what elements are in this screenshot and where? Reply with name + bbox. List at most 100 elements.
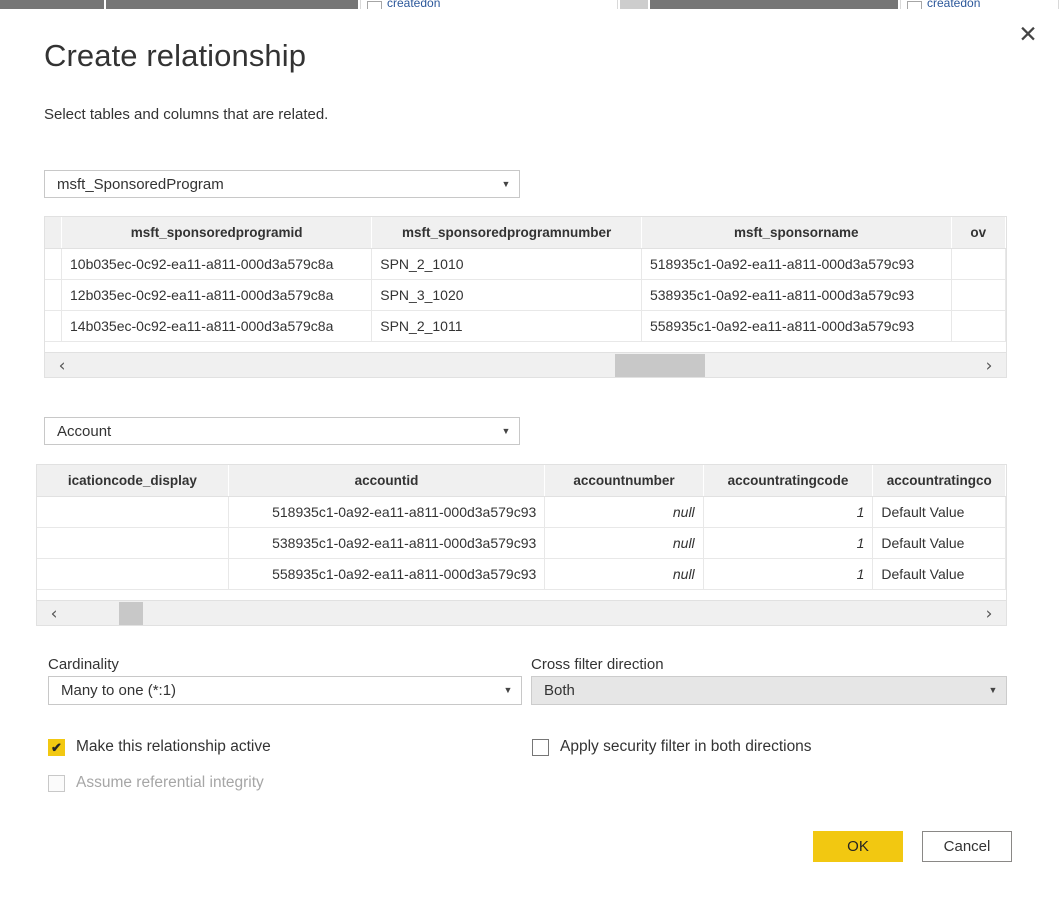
cross-filter-direction-label: Cross filter direction bbox=[531, 656, 664, 673]
column-header[interactable]: accountratingco bbox=[872, 465, 1006, 497]
make-relationship-active-label: Make this relationship active bbox=[76, 738, 271, 755]
bg-column-label: createdon bbox=[387, 0, 441, 9]
column-header[interactable]: accountnumber bbox=[544, 465, 704, 497]
checkmark-icon: ✔ bbox=[48, 738, 65, 756]
table-cell: SPN_2_1010 bbox=[371, 248, 642, 280]
column-header[interactable]: accountratingcode bbox=[703, 465, 874, 497]
column-header[interactable]: accountid bbox=[228, 465, 546, 497]
table-cell: 558935c1-0a92-ea11-a811-000d3a579c93 bbox=[641, 310, 952, 342]
assume-referential-integrity-label: Assume referential integrity bbox=[76, 774, 264, 791]
cardinality-select[interactable]: Many to one (*:1) ▼ bbox=[48, 676, 522, 705]
bg-band bbox=[0, 0, 104, 9]
table-cell: 1 bbox=[703, 527, 874, 559]
table-row[interactable]: 14b035ec-0c92-ea11-a811-000d3a579c8a SPN_… bbox=[45, 310, 1006, 342]
table1-select[interactable]: msft_SponsoredProgram ▼ bbox=[44, 170, 520, 198]
table-cell bbox=[45, 310, 62, 342]
column-header[interactable] bbox=[45, 217, 62, 249]
table-cell: 518935c1-0a92-ea11-a811-000d3a579c93 bbox=[228, 496, 546, 528]
table-cell bbox=[951, 310, 1006, 342]
table-cell: 518935c1-0a92-ea11-a811-000d3a579c93 bbox=[641, 248, 952, 280]
scroll-thumb[interactable] bbox=[119, 602, 143, 625]
assume-referential-integrity-checkbox: Assume referential integrity bbox=[48, 774, 264, 792]
table-icon bbox=[367, 1, 382, 9]
chevron-down-icon: ▼ bbox=[503, 685, 513, 695]
background-app-strip: createdon createdon bbox=[0, 0, 1059, 11]
apply-security-filter-checkbox[interactable]: Apply security filter in both directions bbox=[532, 738, 812, 756]
table-cell bbox=[37, 496, 229, 528]
bg-scroll-thumb bbox=[620, 0, 648, 9]
scroll-thumb[interactable] bbox=[615, 354, 705, 377]
data-table: msft_sponsoredprogramid msft_sponsoredpro… bbox=[45, 217, 1006, 342]
ok-button[interactable]: OK bbox=[813, 831, 903, 862]
column-header[interactable]: icationcode_display bbox=[37, 465, 229, 497]
table2-select[interactable]: Account ▼ bbox=[44, 417, 520, 445]
cross-filter-direction-value: Both bbox=[544, 682, 575, 699]
table-row[interactable]: 12b035ec-0c92-ea11-a811-000d3a579c8a SPN_… bbox=[45, 279, 1006, 311]
close-icon[interactable]: ✕ bbox=[1011, 17, 1045, 51]
table-cell: null bbox=[544, 558, 704, 590]
table-cell bbox=[45, 248, 62, 280]
bg-band bbox=[650, 0, 898, 9]
page-subtitle: Select tables and columns that are relat… bbox=[44, 106, 329, 123]
table2-preview-grid[interactable]: icationcode_display accountid accountnumbe… bbox=[36, 464, 1007, 626]
bg-column-createdon-1: createdon bbox=[360, 0, 618, 9]
table2-grid-scroll: icationcode_display accountid accountnumbe… bbox=[37, 465, 1006, 590]
table-cell: 558935c1-0a92-ea11-a811-000d3a579c93 bbox=[228, 558, 546, 590]
bg-column-label: createdon bbox=[927, 0, 981, 9]
table-cell bbox=[951, 248, 1006, 280]
table-cell: null bbox=[544, 527, 704, 559]
table2-hscrollbar[interactable]: ‹ › bbox=[37, 600, 1006, 625]
table-row[interactable]: 558935c1-0a92-ea11-a811-000d3a579c93 null… bbox=[37, 558, 1006, 590]
page-title: Create relationship bbox=[44, 38, 307, 73]
scroll-left-icon[interactable]: ‹ bbox=[45, 353, 79, 377]
scroll-right-icon[interactable]: › bbox=[972, 601, 1006, 625]
table-cell bbox=[37, 527, 229, 559]
bg-column-createdon-2: createdon bbox=[900, 0, 1059, 9]
checkbox-icon bbox=[48, 774, 65, 792]
chevron-down-icon: ▼ bbox=[988, 685, 998, 695]
table-cell: SPN_2_1011 bbox=[371, 310, 642, 342]
table-cell: 1 bbox=[703, 496, 874, 528]
table-cell bbox=[45, 279, 62, 311]
apply-security-filter-label: Apply security filter in both directions bbox=[560, 738, 812, 755]
table-header-row: icationcode_display accountid accountnumbe… bbox=[37, 465, 1006, 497]
column-header[interactable]: msft_sponsorname bbox=[641, 217, 952, 249]
scroll-right-icon[interactable]: › bbox=[972, 353, 1006, 377]
column-header[interactable]: ov bbox=[951, 217, 1006, 249]
table-cell: Default Value bbox=[872, 496, 1006, 528]
chevron-down-icon: ▼ bbox=[501, 178, 511, 189]
cardinality-label: Cardinality bbox=[48, 656, 119, 673]
table-row[interactable]: 518935c1-0a92-ea11-a811-000d3a579c93 null… bbox=[37, 496, 1006, 528]
bg-band bbox=[106, 0, 358, 9]
chevron-down-icon: ▼ bbox=[501, 425, 511, 436]
table-cell: 538935c1-0a92-ea11-a811-000d3a579c93 bbox=[228, 527, 546, 559]
table1-hscrollbar[interactable]: ‹ › bbox=[45, 352, 1006, 377]
scroll-left-icon[interactable]: ‹ bbox=[37, 601, 71, 625]
table-cell: 10b035ec-0c92-ea11-a811-000d3a579c8a bbox=[61, 248, 373, 280]
table-cell: 14b035ec-0c92-ea11-a811-000d3a579c8a bbox=[61, 310, 373, 342]
table-cell: Default Value bbox=[872, 527, 1006, 559]
table-cell bbox=[37, 558, 229, 590]
table-cell: 538935c1-0a92-ea11-a811-000d3a579c93 bbox=[641, 279, 952, 311]
cancel-button[interactable]: Cancel bbox=[922, 831, 1012, 862]
table-icon bbox=[907, 1, 922, 9]
table-row[interactable]: 10b035ec-0c92-ea11-a811-000d3a579c8a SPN_… bbox=[45, 248, 1006, 280]
table2-select-value: Account bbox=[57, 422, 112, 440]
table-row[interactable]: 538935c1-0a92-ea11-a811-000d3a579c93 null… bbox=[37, 527, 1006, 559]
table1-preview-grid[interactable]: msft_sponsoredprogramid msft_sponsoredpro… bbox=[44, 216, 1007, 378]
checkbox-icon bbox=[532, 738, 549, 756]
table-cell: null bbox=[544, 496, 704, 528]
table-cell: Default Value bbox=[872, 558, 1006, 590]
table-header-row: msft_sponsoredprogramid msft_sponsoredpro… bbox=[45, 217, 1006, 249]
table-cell bbox=[951, 279, 1006, 311]
table-cell: 12b035ec-0c92-ea11-a811-000d3a579c8a bbox=[61, 279, 373, 311]
data-table: icationcode_display accountid accountnumbe… bbox=[37, 465, 1006, 590]
cardinality-value: Many to one (*:1) bbox=[61, 682, 177, 699]
column-header[interactable]: msft_sponsoredprogramid bbox=[61, 217, 373, 249]
make-relationship-active-checkbox[interactable]: ✔ Make this relationship active bbox=[48, 738, 271, 756]
cross-filter-direction-select[interactable]: Both ▼ bbox=[531, 676, 1007, 705]
create-relationship-dialog: ✕ Create relationship Select tables and … bbox=[0, 11, 1059, 906]
table1-grid-scroll: msft_sponsoredprogramid msft_sponsoredpro… bbox=[45, 217, 1006, 342]
table-cell: SPN_3_1020 bbox=[371, 279, 642, 311]
column-header[interactable]: msft_sponsoredprogramnumber bbox=[371, 217, 642, 249]
